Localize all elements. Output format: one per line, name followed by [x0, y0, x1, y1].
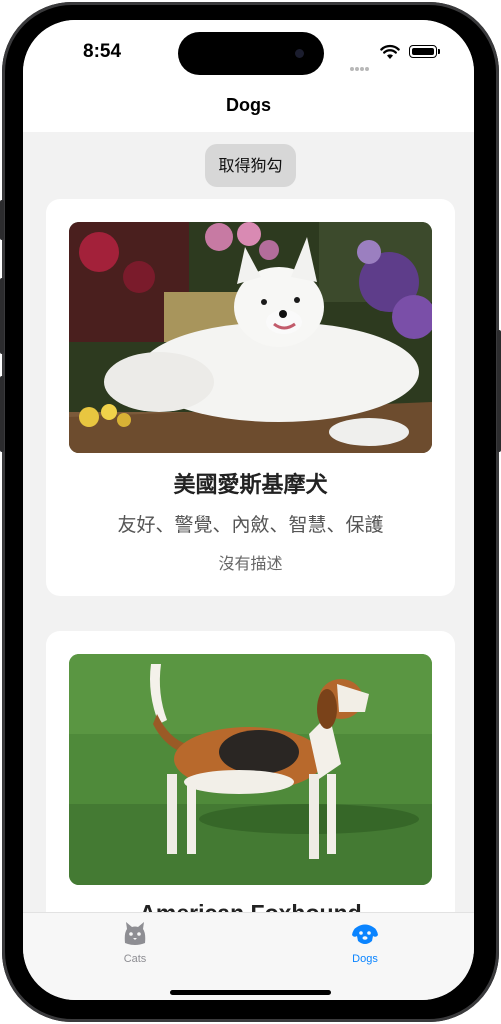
dog-description: 沒有描述	[218, 554, 283, 573]
status-bar: 8:54	[23, 20, 474, 82]
dynamic-island	[178, 32, 324, 75]
volume-down-button	[0, 376, 4, 452]
dog-name: 美國愛斯基摩犬	[173, 473, 328, 498]
action-button	[0, 200, 4, 240]
volume-up-button	[0, 278, 4, 354]
tab-cats[interactable]: Cats	[80, 921, 190, 965]
navigation-bar: Dogs	[23, 82, 474, 132]
tab-dogs-label: Dogs	[352, 953, 378, 965]
cellular-signal-icon	[350, 56, 370, 75]
camera-icon	[295, 49, 304, 58]
app-screen: 8:54 Dogs 取得狗勾 美國愛斯基摩犬 友好、警覺、內斂、智慧、保護 沒有…	[23, 20, 474, 1000]
dog-photo	[69, 222, 432, 453]
dog-photo	[69, 654, 432, 885]
status-time: 8:54	[83, 41, 122, 62]
side-power-button	[497, 330, 501, 452]
battery-icon	[409, 45, 440, 58]
page-title: Dogs	[226, 95, 271, 115]
wifi-icon	[380, 44, 400, 59]
fetch-dogs-button[interactable]: 取得狗勾	[205, 144, 296, 187]
dog-card: American Foxhound	[46, 631, 455, 931]
home-indicator	[170, 990, 331, 995]
tab-bar: Cats Dogs	[23, 912, 474, 1000]
tab-dogs[interactable]: Dogs	[310, 921, 420, 965]
dog-icon	[352, 924, 378, 944]
tab-cats-label: Cats	[123, 953, 147, 965]
cat-icon	[124, 922, 146, 945]
dog-temperament: 友好、警覺、內斂、智慧、保護	[117, 514, 384, 536]
dog-card: 美國愛斯基摩犬 友好、警覺、內斂、智慧、保護 沒有描述	[46, 199, 455, 596]
